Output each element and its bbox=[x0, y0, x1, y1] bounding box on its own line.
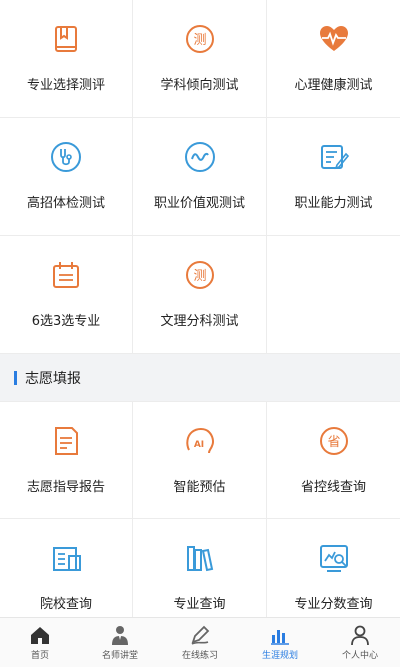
tile-label: 文理分科测试 bbox=[160, 314, 239, 329]
report-icon bbox=[49, 424, 83, 458]
ai-brain-icon: AI bbox=[183, 424, 217, 458]
section-header: 志愿填报 bbox=[0, 354, 400, 402]
test-badge-icon: 测 bbox=[183, 258, 217, 292]
user-icon bbox=[349, 624, 371, 646]
badge-text: 省 bbox=[327, 435, 340, 450]
tile-label: 6选3选专业 bbox=[31, 314, 101, 329]
wave-circle-icon bbox=[183, 140, 217, 174]
home-icon bbox=[29, 624, 51, 646]
tile-label: 职业价值观测试 bbox=[153, 196, 245, 211]
tile-label: 专业选择测评 bbox=[26, 78, 105, 93]
tab-label: 名师讲堂 bbox=[101, 651, 138, 661]
tile-label: 高招体检测试 bbox=[26, 196, 105, 211]
stethoscope-icon bbox=[49, 140, 83, 174]
tile-arts-science[interactable]: 测 文理分科测试 bbox=[133, 236, 267, 354]
tile-label: 志愿指导报告 bbox=[26, 480, 105, 495]
bar-chart-icon bbox=[269, 624, 291, 646]
tile-label: 专业查询 bbox=[173, 597, 226, 612]
badge-text: 测 bbox=[193, 33, 206, 48]
province-badge-icon: 省 bbox=[317, 424, 351, 458]
badge-text: 测 bbox=[193, 269, 206, 284]
volunteer-grid: 志愿指导报告 AI 智能预估 省 省控线查询 院校查询 专业查询 专业分数查询 bbox=[0, 402, 400, 636]
tile-major-selection[interactable]: 专业选择测评 bbox=[0, 0, 133, 118]
tab-label: 个人中心 bbox=[341, 651, 378, 661]
tile-mental-health[interactable]: 心理健康测试 bbox=[267, 0, 400, 118]
section-title: 志愿填报 bbox=[25, 370, 81, 387]
tab-profile[interactable]: 个人中心 bbox=[320, 618, 400, 667]
ai-text: AI bbox=[193, 440, 203, 450]
tile-label: 学科倾向测试 bbox=[160, 78, 239, 93]
tab-practice[interactable]: 在线练习 bbox=[160, 618, 240, 667]
tab-home[interactable]: 首页 bbox=[0, 618, 80, 667]
tile-province-line[interactable]: 省 省控线查询 bbox=[267, 402, 400, 519]
form-edit-icon bbox=[317, 140, 351, 174]
pen-icon bbox=[189, 624, 211, 646]
bottom-tab-bar: 首页 名师讲堂 在线练习 生涯规划 个人中心 bbox=[0, 617, 400, 667]
tile-career-ability[interactable]: 职业能力测试 bbox=[267, 118, 400, 236]
tile-label: 专业分数查询 bbox=[294, 597, 373, 612]
tile-smart-estimate[interactable]: AI 智能预估 bbox=[133, 402, 267, 519]
tile-label: 省控线查询 bbox=[300, 480, 366, 495]
tab-label: 首页 bbox=[30, 651, 49, 661]
book-icon bbox=[49, 22, 83, 56]
heartbeat-icon bbox=[317, 22, 351, 56]
tab-label: 生涯规划 bbox=[261, 651, 298, 661]
tile-label: 职业能力测试 bbox=[294, 196, 373, 211]
test-badge-icon: 测 bbox=[183, 22, 217, 56]
tile-label: 心理健康测试 bbox=[294, 78, 373, 93]
empty-tile bbox=[267, 236, 400, 354]
career-test-grid: 专业选择测评 测 学科倾向测试 心理健康测试 高招体检测试 职业价值观测试 职业… bbox=[0, 0, 400, 354]
tile-guidance-report[interactable]: 志愿指导报告 bbox=[0, 402, 133, 519]
books-icon bbox=[183, 541, 217, 575]
tile-label: 院校查询 bbox=[39, 597, 92, 612]
tile-career-values[interactable]: 职业价值观测试 bbox=[133, 118, 267, 236]
tile-physical-exam[interactable]: 高招体检测试 bbox=[0, 118, 133, 236]
school-icon bbox=[49, 541, 83, 575]
tile-label: 智能预估 bbox=[173, 480, 226, 495]
teacher-icon bbox=[109, 624, 131, 646]
tab-lectures[interactable]: 名师讲堂 bbox=[80, 618, 160, 667]
tab-label: 在线练习 bbox=[181, 651, 218, 661]
score-search-icon bbox=[317, 541, 351, 575]
tile-six-choose-three[interactable]: 6选3选专业 bbox=[0, 236, 133, 354]
tab-career-planning[interactable]: 生涯规划 bbox=[240, 618, 320, 667]
calendar-icon bbox=[49, 258, 83, 292]
tile-subject-tendency[interactable]: 测 学科倾向测试 bbox=[133, 0, 267, 118]
section-accent-bar bbox=[14, 370, 17, 385]
